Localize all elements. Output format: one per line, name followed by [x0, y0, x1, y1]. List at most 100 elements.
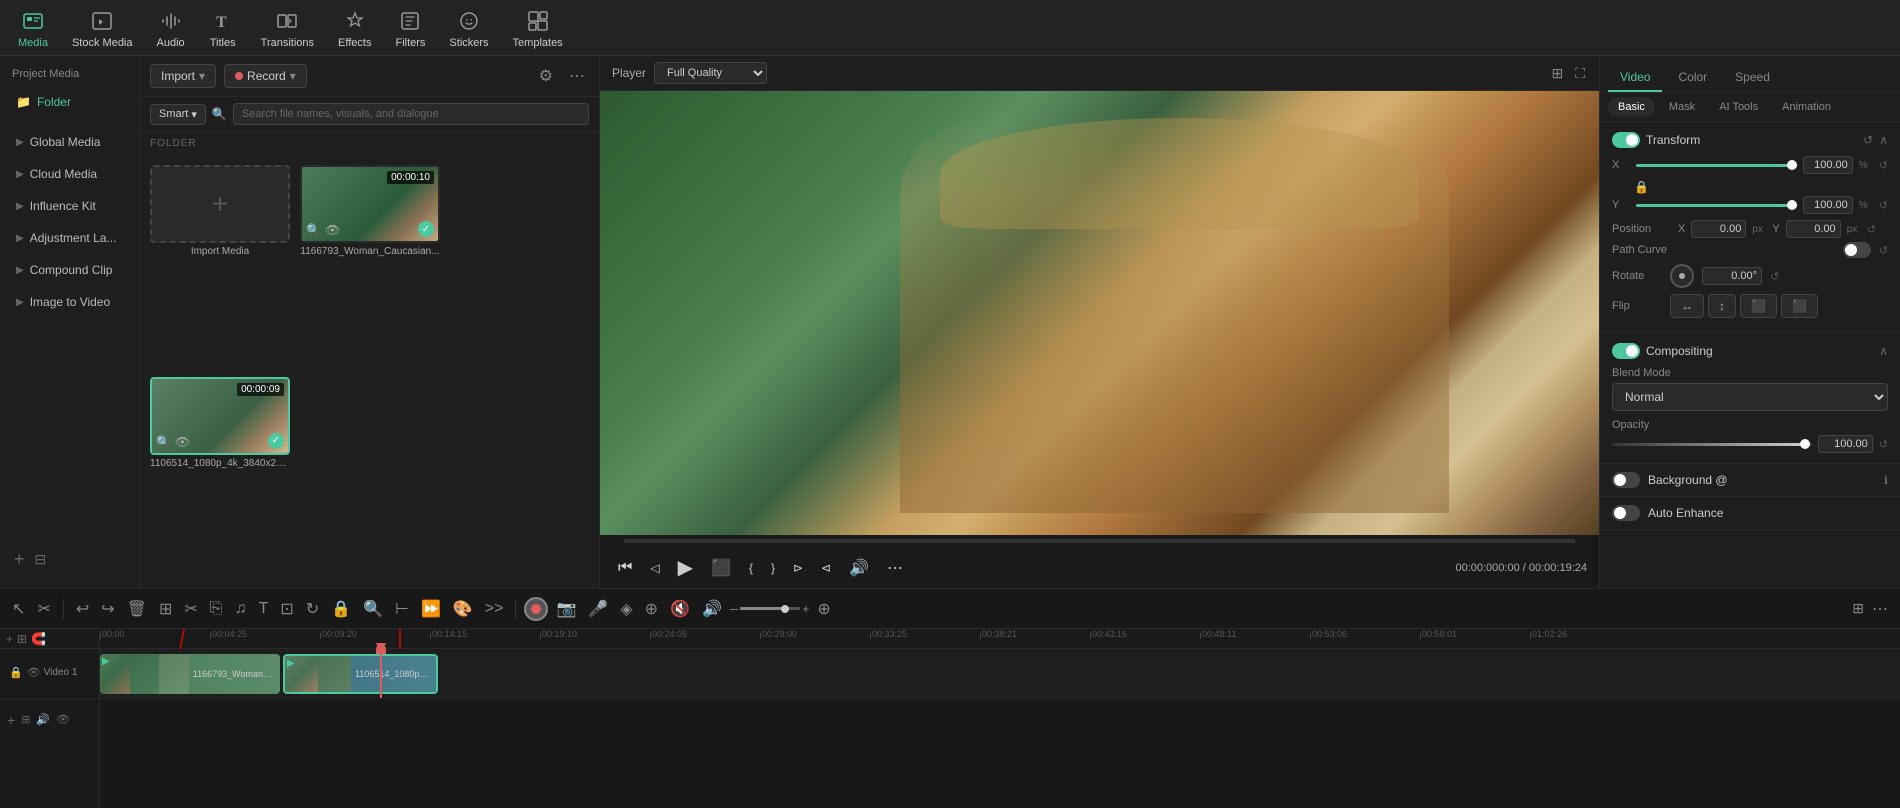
tl-vol-btn[interactable]: 🔊: [698, 597, 726, 621]
mark-out-btn[interactable]: }: [765, 559, 781, 577]
opacity-input[interactable]: [1818, 435, 1873, 453]
flip-vertical-btn[interactable]: ↕: [1708, 294, 1736, 318]
sidebar-item-influence-kit[interactable]: ▶ Influence Kit: [4, 191, 135, 221]
tl-marker-btn[interactable]: ◈: [616, 597, 636, 621]
tl-mic-btn[interactable]: 🎤: [584, 597, 612, 621]
subtab-mask[interactable]: Mask: [1659, 97, 1705, 117]
smart-button[interactable]: Smart ▾: [150, 104, 206, 125]
position-y-input[interactable]: [1786, 220, 1841, 238]
subtab-ai-tools[interactable]: AI Tools: [1709, 97, 1768, 117]
rotate-input[interactable]: [1702, 267, 1762, 285]
path-curve-toggle[interactable]: [1843, 242, 1871, 258]
tl-bottom-speaker-btn[interactable]: 🔊: [35, 712, 51, 727]
mark-in-btn[interactable]: {: [743, 559, 759, 577]
tl-redo-btn[interactable]: ↪: [97, 597, 118, 621]
compositing-toggle[interactable]: [1612, 343, 1640, 359]
sidebar-item-global-media[interactable]: ▶ Global Media: [4, 127, 135, 157]
import-button[interactable]: Import ▾: [150, 64, 216, 88]
sidebar-item-image-to-video[interactable]: ▶ Image to Video: [4, 287, 135, 317]
toolbar-transitions[interactable]: Transitions: [251, 3, 324, 53]
tl-bottom-add-btn[interactable]: +: [6, 711, 16, 729]
track-hide-btn[interactable]: 👁: [26, 665, 42, 680]
tab-video[interactable]: Video: [1608, 64, 1662, 92]
magnet-btn[interactable]: 🧲: [31, 632, 46, 646]
sidebar-item-folder[interactable]: 📁 Folder: [4, 87, 135, 117]
scale-x-slider[interactable]: [1636, 164, 1797, 167]
sidebar-add-folder-btn[interactable]: +: [12, 547, 27, 572]
toolbar-stock-media[interactable]: Stock Media: [62, 3, 143, 53]
tl-undo-btn[interactable]: ↩: [72, 597, 93, 621]
tl-add-track-btn[interactable]: ⊕: [813, 597, 834, 621]
sidebar-item-adjustment[interactable]: ▶ Adjustment La...: [4, 223, 135, 253]
more-button[interactable]: ⋯: [565, 64, 589, 88]
preview-canvas[interactable]: [600, 91, 1599, 535]
toolbar-templates[interactable]: Templates: [503, 3, 573, 53]
subtab-basic[interactable]: Basic: [1608, 97, 1655, 117]
filter-button[interactable]: ⚙: [535, 64, 557, 88]
transform-collapse-icon[interactable]: ∧: [1879, 133, 1888, 147]
tl-zoom-btn[interactable]: 🔍: [359, 597, 387, 621]
opacity-slider[interactable]: [1612, 443, 1812, 446]
sidebar-item-cloud-media[interactable]: ▶ Cloud Media: [4, 159, 135, 189]
step-back-btn[interactable]: ◁: [644, 559, 665, 577]
tl-speed-btn[interactable]: ⏩: [417, 597, 445, 621]
transform-reset[interactable]: ↺: [1863, 133, 1873, 147]
background-toggle[interactable]: [1612, 472, 1640, 488]
scale-y-input[interactable]: [1803, 196, 1853, 214]
tl-rotate-btn[interactable]: ↻: [302, 597, 323, 621]
thumb-box-2[interactable]: 00:00:09 🔍 👁 ✓: [150, 377, 290, 455]
tl-trim-btn[interactable]: ✂: [33, 597, 54, 621]
background-info-icon[interactable]: ℹ: [1884, 474, 1888, 487]
add-track-btn[interactable]: +: [6, 632, 13, 646]
tl-record-btn[interactable]: [524, 597, 548, 621]
record-button[interactable]: Record ▾: [224, 64, 307, 88]
tl-color-btn[interactable]: 🎨: [449, 597, 477, 621]
insert-btn[interactable]: ⊳: [787, 559, 809, 577]
scale-x-input[interactable]: [1803, 156, 1853, 174]
preview-fullscreen-btn[interactable]: ⛶: [1573, 63, 1587, 84]
quality-select[interactable]: Full Quality Half Quality Quarter Qualit…: [654, 62, 767, 84]
skip-back-btn[interactable]: ⏮: [612, 557, 638, 579]
transform-toggle[interactable]: [1612, 132, 1640, 148]
preview-progress-bar[interactable]: [624, 539, 1575, 543]
timeline-content[interactable]: 00:00 00:04:25 00:09:20 00:14:15 00:19:1…: [100, 629, 1900, 808]
subtab-animation[interactable]: Animation: [1772, 97, 1841, 117]
tl-text-btn[interactable]: T: [255, 598, 273, 620]
lock-aspect-icon[interactable]: 🔒: [1630, 180, 1653, 194]
media-thumb-2[interactable]: 00:00:09 🔍 👁 ✓ 1106514_1080p_4k_3840x216…: [150, 377, 290, 579]
tl-bottom-icon-btn[interactable]: ⊞: [20, 712, 31, 727]
import-thumb-box[interactable]: +: [150, 165, 290, 243]
tl-audio-btn[interactable]: ♫: [231, 598, 251, 620]
stop-btn[interactable]: ⬛: [705, 556, 737, 580]
opacity-reset[interactable]: ↺: [1879, 438, 1888, 451]
flip-4-btn[interactable]: ⬛: [1781, 294, 1818, 318]
rotate-circle[interactable]: [1670, 264, 1694, 288]
tl-cut-btn[interactable]: ✂: [180, 597, 201, 621]
tl-lock-btn[interactable]: 🔒: [327, 597, 355, 621]
auto-enhance-toggle[interactable]: [1612, 505, 1640, 521]
tl-group-btn[interactable]: ⊞: [155, 597, 176, 621]
media-thumb-1[interactable]: 00:00:10 🔍 👁 ✓ 1166793_Woman_Caucasian..…: [300, 165, 440, 367]
tl-bottom-eye-btn[interactable]: 👁: [55, 712, 71, 727]
tl-cam-btn[interactable]: 📷: [552, 597, 580, 621]
toolbar-stickers[interactable]: Stickers: [439, 3, 498, 53]
compositing-collapse-icon[interactable]: ∧: [1879, 344, 1888, 358]
position-x-input[interactable]: [1691, 220, 1746, 238]
toolbar-filters[interactable]: Filters: [385, 3, 435, 53]
audio-btn[interactable]: 🔊: [843, 556, 875, 580]
tl-options-icon[interactable]: ⊞: [1852, 600, 1864, 617]
clip-1[interactable]: ▶ 1166793_Woman_Caucasian_4096x...: [100, 654, 280, 694]
toolbar-audio[interactable]: Audio: [147, 3, 195, 53]
tl-insert-btn[interactable]: ⊕: [641, 597, 662, 621]
search-input[interactable]: [233, 103, 589, 125]
toolbar-effects[interactable]: Effects: [328, 3, 381, 53]
path-curve-reset[interactable]: ↺: [1879, 244, 1888, 257]
tl-select-btn[interactable]: ↖: [8, 597, 29, 621]
tl-delete-btn[interactable]: 🗑: [123, 597, 151, 621]
grid-btn[interactable]: ⊞: [17, 632, 27, 646]
append-btn[interactable]: ⊲: [815, 559, 837, 577]
thumb-box-1[interactable]: 00:00:10 🔍 👁 ✓: [300, 165, 440, 243]
sidebar-item-compound-clip[interactable]: ▶ Compound Clip: [4, 255, 135, 285]
toolbar-titles[interactable]: T Titles: [199, 3, 247, 53]
track-lock-btn[interactable]: 🔒: [8, 665, 24, 680]
